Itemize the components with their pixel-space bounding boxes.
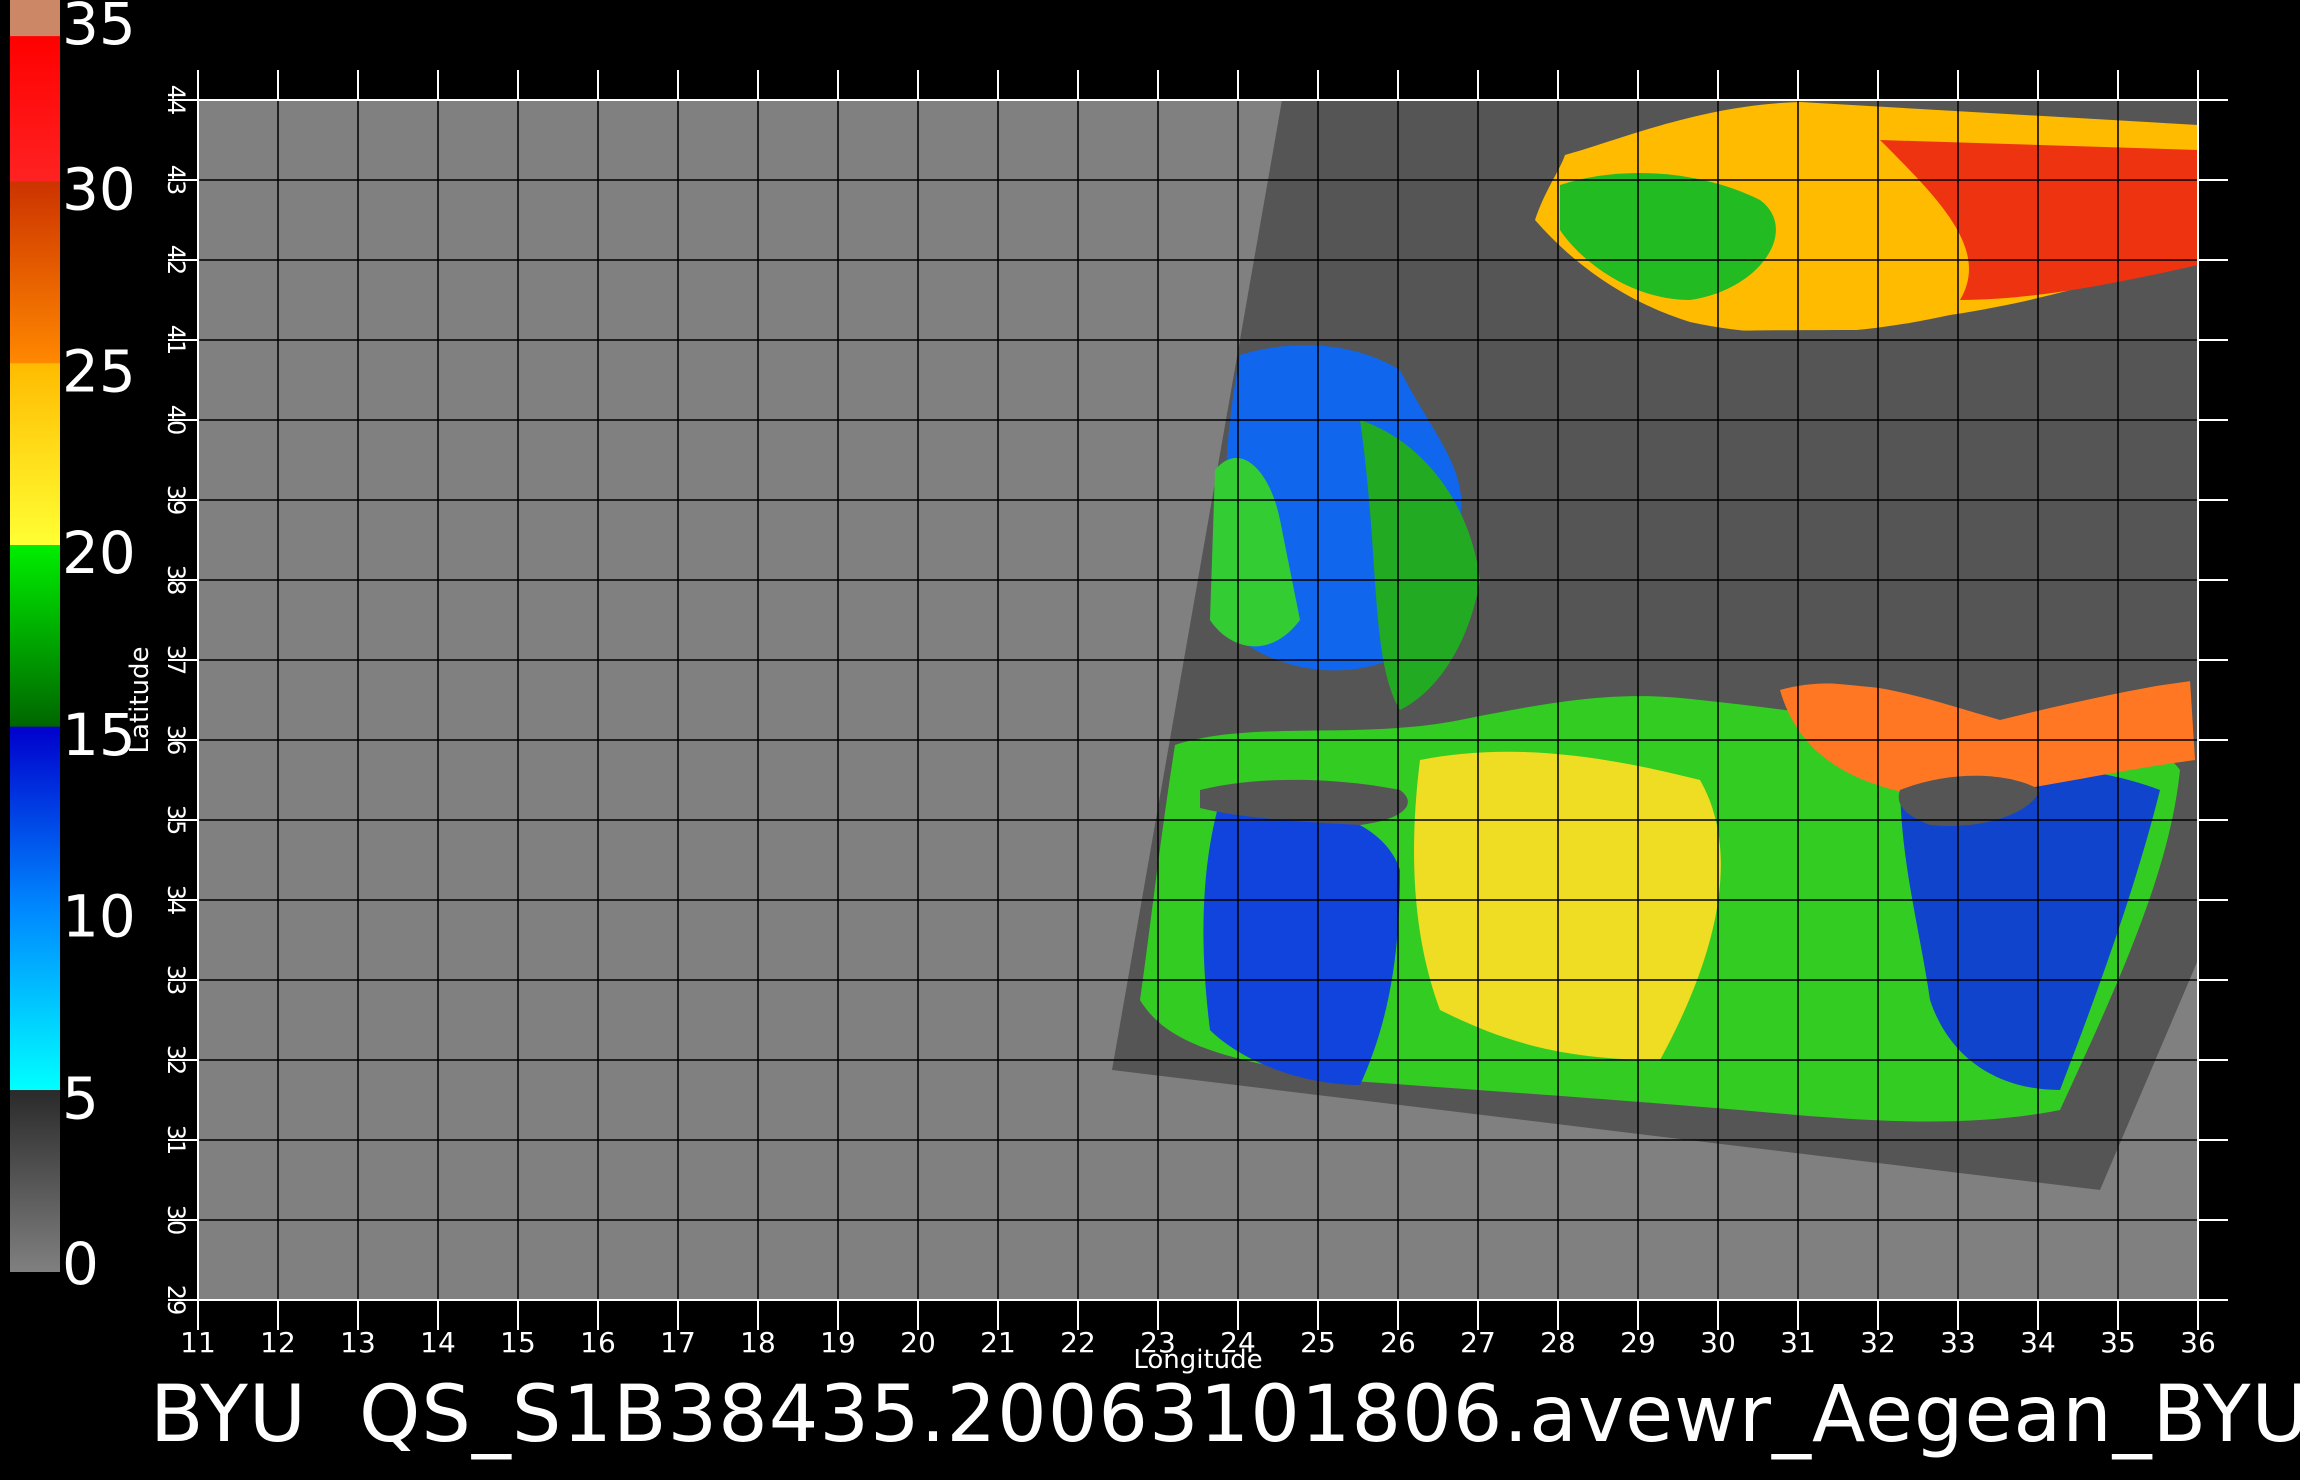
- latitude-tick-label: 42: [162, 245, 190, 276]
- longitude-tick-label: 20: [900, 1326, 936, 1359]
- colorbar-tick-label: 5: [62, 1064, 99, 1132]
- colorbar-tick-label: 10: [62, 883, 136, 951]
- longitude-tick-label: 27: [1460, 1326, 1496, 1359]
- latitude-tick-label: 40: [162, 405, 190, 436]
- longitude-tick-label: 32: [1860, 1326, 1896, 1359]
- latitude-tick-label: 31: [162, 1125, 190, 1156]
- wind-region-south-yellow: [1414, 751, 1721, 1060]
- longitude-tick-label: 36: [2180, 1326, 2216, 1359]
- longitude-tick-label: 34: [2020, 1326, 2056, 1359]
- latitude-tick-label: 32: [162, 1045, 190, 1076]
- colorbar: 05101520253035: [10, 0, 136, 1298]
- longitude-tick-label: 29: [1620, 1326, 1656, 1359]
- colorbar-tick-label: 25: [62, 337, 136, 405]
- colorbar-tick-label: 30: [62, 156, 136, 224]
- longitude-tick-label: 28: [1540, 1326, 1576, 1359]
- latitude-tick-label: 30: [162, 1205, 190, 1236]
- latitude-tick-label: 35: [162, 805, 190, 836]
- latitude-tick-label: 37: [162, 645, 190, 676]
- latitude-tick-label: 43: [162, 165, 190, 196]
- longitude-tick-label: 15: [500, 1326, 536, 1359]
- scatterometer-wind-map: 0 5 10 15 20 25 30 35 11 12 13 14 15 16 17 18 1…: [10, 0, 2228, 1375]
- footer-filename: QS_S1B38435.20063101806.avewr_Aegean_BYU…: [358, 1370, 2300, 1460]
- longitude-tick-label: 35: [2100, 1326, 2136, 1359]
- colorbar-tick-label: 0: [62, 1230, 99, 1298]
- longitude-tick-label: 26: [1380, 1326, 1416, 1359]
- longitude-tick-label: 22: [1060, 1326, 1096, 1359]
- colorbar-tick-label: 20: [62, 519, 136, 587]
- footer-org: BYU: [150, 1370, 307, 1460]
- longitude-tick-label: 13: [340, 1326, 376, 1359]
- longitude-tick-label: 11: [180, 1326, 216, 1359]
- longitude-tick-label: 30: [1700, 1326, 1736, 1359]
- wind-region-south-blue-west: [1203, 800, 1400, 1085]
- longitude-tick-label: 18: [740, 1326, 776, 1359]
- footer-caption: BYU QS_S1B38435.20063101806.avewr_Aegean_…: [150, 1365, 2300, 1465]
- longitude-tick-label: 19: [820, 1326, 856, 1359]
- longitude-tick-label: 25: [1300, 1326, 1336, 1359]
- latitude-tick-label: 44: [162, 85, 190, 116]
- longitude-tick-label: 14: [420, 1326, 456, 1359]
- latitude-tick-label: 34: [162, 885, 190, 916]
- longitude-tick-label: 31: [1780, 1326, 1816, 1359]
- latitude-tick-label: 36: [162, 725, 190, 756]
- longitude-tick-label: 33: [1940, 1326, 1976, 1359]
- latitude-tick-label: 39: [162, 485, 190, 516]
- land-turkey: [1472, 320, 2198, 700]
- map-plot: 11 12 13 14 15 16 17 18 19 20 21 22 23 24 25 26 27 28 29 30…: [125, 70, 2228, 1375]
- longitude-tick-label: 16: [580, 1326, 616, 1359]
- latitude-label: Latitude: [125, 646, 155, 753]
- longitude-tick-label: 17: [660, 1326, 696, 1359]
- longitude-tick-label: 21: [980, 1326, 1016, 1359]
- longitude-tick-label: 12: [260, 1326, 296, 1359]
- latitude-tick-label: 33: [162, 965, 190, 996]
- colorbar-bar: [10, 0, 60, 1272]
- latitude-tick-label: 38: [162, 565, 190, 596]
- latitude-tick-label: 41: [162, 325, 190, 356]
- latitude-tick-label: 29: [162, 1285, 190, 1316]
- colorbar-tick-label: 35: [62, 0, 136, 58]
